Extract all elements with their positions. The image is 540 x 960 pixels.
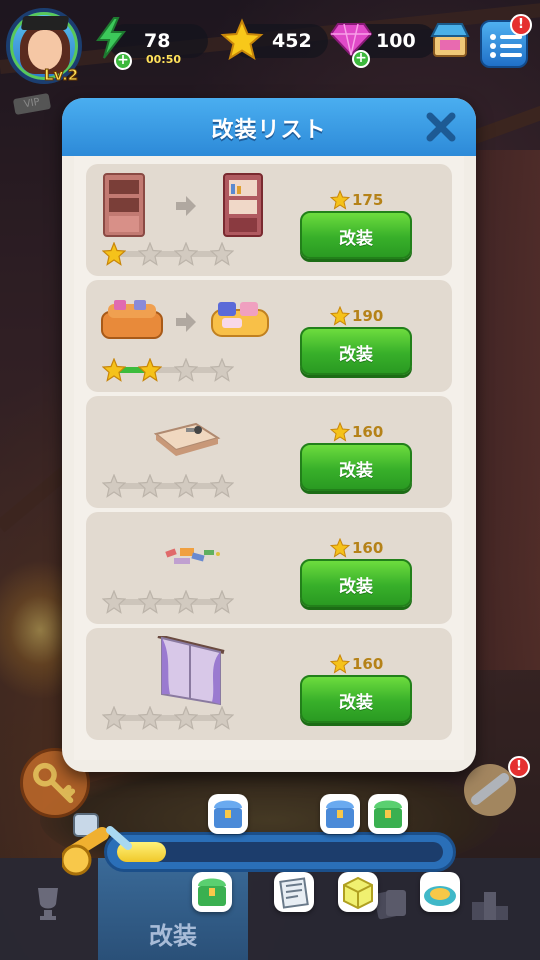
cost-value: 160 xyxy=(352,655,384,673)
star-empty-icon xyxy=(138,474,162,498)
star-empty-icon xyxy=(138,706,162,730)
renovate-button[interactable]: 改装 xyxy=(300,443,412,491)
renovation-item-table: 160 改装 xyxy=(86,396,452,508)
add-energy-icon[interactable]: + xyxy=(114,52,132,70)
cost: 175 xyxy=(330,190,390,210)
pet-bed-icon xyxy=(424,886,456,906)
star-filled-icon xyxy=(102,242,126,266)
tab-renovate-label: 改装 xyxy=(149,922,197,950)
debris-icon xyxy=(165,548,220,564)
treasure-chest-icon xyxy=(198,878,226,906)
cost-value: 160 xyxy=(352,423,384,441)
shop-icon[interactable] xyxy=(430,20,470,60)
renovate-button[interactable]: 改装 xyxy=(300,559,412,607)
sofa-icon xyxy=(101,300,269,339)
cost: 190 xyxy=(330,306,390,326)
star-empty-icon xyxy=(102,474,126,498)
milestone-cube[interactable] xyxy=(338,872,378,912)
leaderboard-podium-icon[interactable] xyxy=(470,884,510,924)
energy-timer: 00:50 xyxy=(146,53,182,66)
table-icon xyxy=(153,422,221,456)
gems-value: 100 xyxy=(376,30,416,52)
cost: 160 xyxy=(330,422,390,442)
renovate-button[interactable]: 改装 xyxy=(300,211,412,259)
window-curtain-icon xyxy=(157,636,225,706)
key-alert-badge: ! xyxy=(508,756,530,778)
graduation-cap-icon xyxy=(20,16,70,30)
star-filled-icon xyxy=(138,358,162,382)
cost: 160 xyxy=(330,654,390,674)
bookshelf-icon xyxy=(103,173,263,237)
star-empty-icon xyxy=(138,242,162,266)
star-empty-icon xyxy=(174,474,198,498)
star-empty-icon xyxy=(210,706,234,730)
renovation-progress-bar xyxy=(104,832,456,872)
star-empty-icon xyxy=(210,242,234,266)
treasure-chest-icon xyxy=(214,800,242,828)
energy-value: 78 xyxy=(144,30,171,52)
modal-title: 改装リスト xyxy=(211,118,327,143)
cost-value: 190 xyxy=(352,307,384,325)
add-gems-icon[interactable]: + xyxy=(352,50,370,68)
menu-alert-badge: ! xyxy=(510,14,532,36)
renovation-list-modal: 改装リスト 175 改装 190 改装 160 改装 160 改装 160 改装 xyxy=(62,98,476,772)
star-progress xyxy=(102,242,234,266)
top-hud: Lv.2 VIP 78 00:50 + 452 100 + ! xyxy=(0,0,540,116)
star-empty-icon xyxy=(174,358,198,382)
renovate-button[interactable]: 改装 xyxy=(300,327,412,375)
star-icon xyxy=(330,190,350,210)
player-level: Lv.2 xyxy=(43,66,79,85)
star-empty-icon xyxy=(174,242,198,266)
renovation-item-window: 160 改装 xyxy=(86,628,452,740)
star-empty-icon xyxy=(174,706,198,730)
star-progress xyxy=(102,706,234,730)
cube-icon xyxy=(343,876,373,910)
close-icon[interactable] xyxy=(424,110,458,144)
star-filled-icon xyxy=(102,358,126,382)
milestone-chest-green-2[interactable] xyxy=(192,872,232,912)
renovation-item-bookshelf: 175 改装 xyxy=(86,164,452,276)
star-icon xyxy=(330,422,350,442)
milestone-pet-bed[interactable] xyxy=(420,872,460,912)
star-progress xyxy=(102,474,234,498)
milestone-chest-green[interactable] xyxy=(368,794,408,834)
cost-value: 160 xyxy=(352,539,384,557)
milestone-chest-blue-2[interactable] xyxy=(320,794,360,834)
star-progress xyxy=(102,590,234,614)
trophy-icon[interactable] xyxy=(28,884,68,924)
renovate-button[interactable]: 改装 xyxy=(300,675,412,723)
milestone-newspaper[interactable] xyxy=(274,872,314,912)
star-empty-icon xyxy=(174,590,198,614)
star-progress xyxy=(102,358,234,382)
cost: 160 xyxy=(330,538,390,558)
milestone-chest-blue[interactable] xyxy=(208,794,248,834)
golden-key-icon xyxy=(62,813,132,876)
star-empty-icon xyxy=(210,358,234,382)
star-empty-icon xyxy=(102,706,126,730)
renovation-item-sofa: 190 改装 xyxy=(86,280,452,392)
star-icon xyxy=(330,654,350,674)
renovation-item-debris: 160 改装 xyxy=(86,512,452,624)
star-icon xyxy=(220,18,264,61)
newspaper-icon xyxy=(279,877,309,909)
modal-header: 改装リスト xyxy=(62,98,476,156)
star-empty-icon xyxy=(210,474,234,498)
star-empty-icon xyxy=(102,590,126,614)
star-empty-icon xyxy=(138,590,162,614)
stars-value: 452 xyxy=(272,30,312,52)
cost-value: 175 xyxy=(352,191,384,209)
star-empty-icon xyxy=(210,590,234,614)
star-icon xyxy=(330,306,350,326)
treasure-chest-icon xyxy=(326,800,354,828)
star-icon xyxy=(330,538,350,558)
treasure-chest-icon xyxy=(374,800,402,828)
